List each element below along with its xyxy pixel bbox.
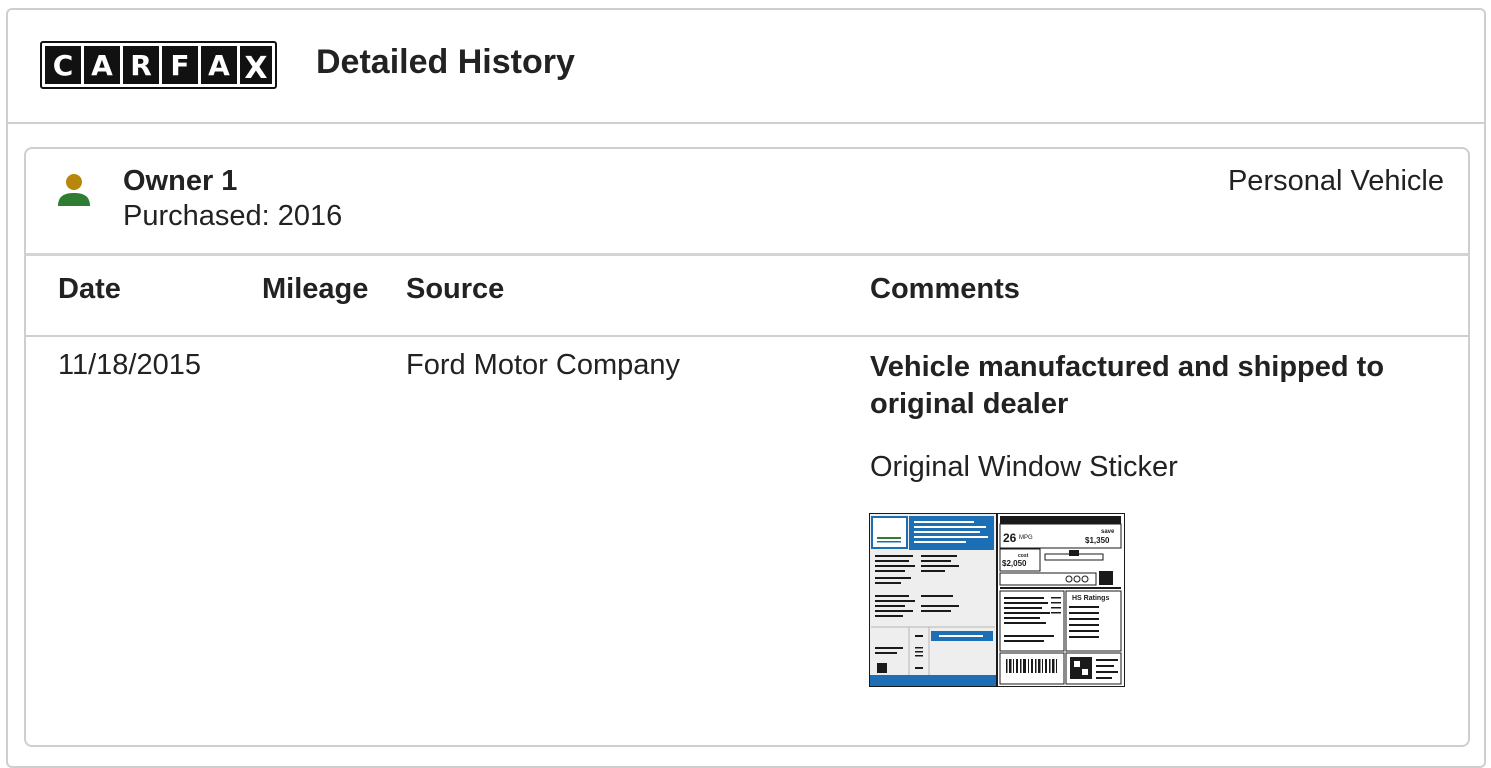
logo-letter: F	[162, 46, 198, 84]
owner-purchased: Purchased: 2016	[123, 200, 343, 232]
column-mileage: Mileage	[262, 273, 369, 305]
row-date: 11/18/2015	[58, 349, 201, 381]
column-source: Source	[406, 273, 505, 305]
person-icon	[58, 174, 90, 206]
sticker-save-label: save	[1101, 529, 1115, 535]
person-icon-head	[66, 174, 82, 190]
logo-letter: X	[240, 46, 272, 84]
carfax-logo[interactable]: C A R F A X	[40, 41, 277, 89]
logo-letter: A	[201, 46, 237, 84]
logo-letter: C	[45, 46, 81, 84]
row-comment: Vehicle manufactured and shipped to orig…	[870, 351, 1385, 420]
owner-name: Owner 1	[123, 165, 238, 197]
column-comments: Comments	[870, 273, 1020, 305]
detailed-history-panel: C A R F A X Detailed History Owner 1 Pur…	[6, 8, 1486, 768]
logo-letter: R	[123, 46, 159, 84]
column-date: Date	[58, 273, 121, 305]
window-sticker-thumbnail[interactable]: 26 MPG save $1,350 cost $2,050 HS Rating…	[869, 513, 1125, 687]
vehicle-type: Personal Vehicle	[1227, 165, 1444, 197]
sticker-mpg-unit: MPG	[1019, 535, 1033, 541]
owner-summary: Owner 1 Purchased: 2016 Personal Vehicle	[26, 149, 1468, 256]
table-header: Date Mileage Source Comments	[26, 253, 1468, 337]
person-icon-body	[58, 193, 90, 206]
panel-header: C A R F A X Detailed History	[8, 10, 1484, 124]
owner-card: Owner 1 Purchased: 2016 Personal Vehicle…	[24, 147, 1470, 747]
sticker-mpg: 26	[1003, 531, 1017, 545]
window-sticker-link[interactable]: Original Window Sticker	[870, 451, 1178, 484]
logo-letter: A	[84, 46, 120, 84]
sticker-ratings-label: HS Ratings	[1072, 595, 1109, 602]
sticker-save: $1,350	[1085, 536, 1110, 545]
row-source: Ford Motor Company	[406, 349, 680, 381]
sticker-cost: $2,050	[1002, 559, 1027, 568]
page-title: Detailed History	[316, 43, 575, 81]
